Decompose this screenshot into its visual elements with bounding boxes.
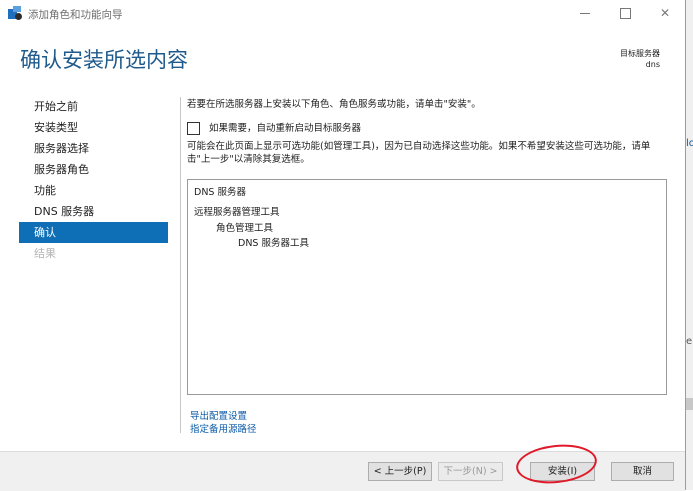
feature-list[interactable]: DNS 服务器 远程服务器管理工具 角色管理工具 DNS 服务器工具	[187, 179, 667, 395]
nav-item-installation-type[interactable]: 安装类型	[19, 117, 168, 138]
background-window-strip: lo e	[686, 0, 693, 490]
window-title: 添加角色和功能向导	[28, 9, 123, 21]
nav-item-results: 结果	[34, 247, 56, 260]
nav-divider	[180, 97, 181, 433]
nav-item-confirmation[interactable]: 确认	[19, 222, 168, 243]
title-bar[interactable]: 添加角色和功能向导 ✕	[0, 0, 685, 28]
close-button[interactable]: ✕	[645, 0, 685, 28]
page-title: 确认安装所选内容	[20, 48, 188, 72]
alternate-source-link[interactable]: 指定备用源路径	[190, 421, 257, 435]
server-manager-icon	[8, 6, 22, 20]
next-button[interactable]: 下一步(N) >	[438, 462, 503, 481]
nav-item-features[interactable]: 功能	[19, 180, 168, 201]
restart-checkbox-label: 如果需要，自动重新启动目标服务器	[209, 123, 362, 134]
minimize-button[interactable]	[565, 0, 605, 28]
background-text-fragment: lo	[686, 138, 693, 149]
intro-text: 若要在所选服务器上安装以下角色、角色服务或功能，请单击"安装"。	[187, 99, 481, 110]
nav-item-before-you-begin[interactable]: 开始之前	[19, 96, 168, 117]
restart-checkbox-row[interactable]: 如果需要，自动重新启动目标服务器	[187, 120, 361, 135]
nav-item-dns-server[interactable]: DNS 服务器	[19, 201, 168, 222]
wizard-window: 添加角色和功能向导 ✕ 确认安装所选内容 目标服务器 dns 开始之前 安装类型…	[0, 0, 686, 491]
restart-checkbox[interactable]	[187, 122, 200, 135]
feature-item-rsat: 远程服务器管理工具	[194, 207, 280, 218]
nav-item-server-roles[interactable]: 服务器角色	[19, 159, 168, 180]
feature-item-dns-server-tools: DNS 服务器工具	[238, 238, 309, 249]
export-config-link[interactable]: 导出配置设置	[190, 408, 247, 422]
nav-item-server-selection[interactable]: 服务器选择	[19, 138, 168, 159]
cancel-button[interactable]: 取消	[611, 462, 674, 481]
background-text-fragment: e	[686, 336, 693, 347]
wizard-nav: 开始之前 安装类型 服务器选择 服务器角色 功能 DNS 服务器 确认 结果	[19, 96, 168, 264]
maximize-icon	[619, 8, 631, 19]
optional-features-note: 可能会在此页面上显示可选功能(如管理工具)，因为已自动选择这些功能。如果不希望安…	[187, 141, 651, 165]
background-scroll-element	[686, 398, 693, 410]
close-icon: ✕	[659, 6, 671, 20]
feature-item-dns-server: DNS 服务器	[194, 187, 246, 198]
target-server-label: 目标服务器	[620, 49, 660, 58]
minimize-icon	[580, 13, 590, 14]
previous-button[interactable]: < 上一步(P)	[368, 462, 432, 481]
feature-item-role-admin-tools: 角色管理工具	[216, 223, 274, 234]
maximize-button[interactable]	[605, 0, 645, 28]
target-server-value: dns	[645, 60, 660, 69]
